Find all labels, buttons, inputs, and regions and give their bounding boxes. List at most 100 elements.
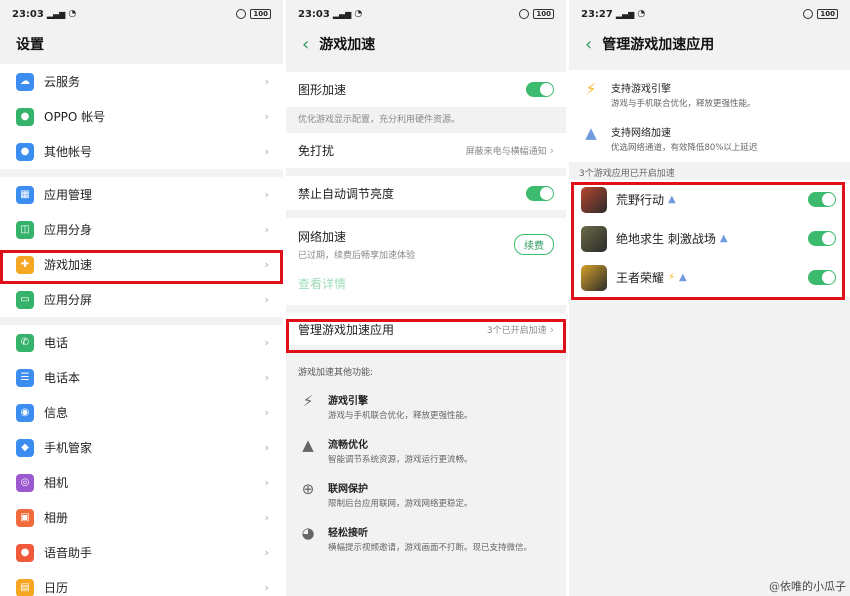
battery-icon: 100 [817,9,838,19]
settings-item[interactable]: ▣ 相册 › [0,500,283,535]
chevron-right-icon: › [264,75,269,88]
settings-item[interactable]: ▭ 应用分屏 › [0,282,283,317]
game-list: 荒野行动 ▲ 绝地求生 刺激战场 ▲ 王者荣耀 ⚡ ▲ [569,178,850,297]
status-bar: 23:03 ▂▄▆ ◔ 100 [0,0,283,28]
globe-icon: ⊕ [301,480,315,498]
network-accel-label: 网络加速 [298,230,347,244]
graphics-accel-toggle[interactable] [526,82,554,97]
grid-icon: ▦ [16,185,34,204]
chevron-right-icon: › [264,223,269,236]
status-bar: 23:27 ▂▄▆ ◔ 100 [569,0,850,28]
lightning-icon: ⚡ [302,392,314,410]
rocket-icon: ▲ [668,194,676,205]
settings-item-label: 信息 [44,406,69,420]
network-accel-desc: 已过期，续费后畅享加速体验 [298,251,416,261]
brightness-label: 禁止自动调节亮度 [298,186,395,201]
settings-item[interactable]: ◆ 手机管家 › [0,430,283,465]
back-chevron-icon[interactable]: ‹ [302,34,309,55]
settings-item[interactable]: ▤ 日历 › [0,570,283,596]
rocket-icon: ▲ [719,233,728,244]
settings-item-label: 应用管理 [44,188,93,202]
manage-accel-apps-row[interactable]: 管理游戏加速应用 3个已开启加速 › [286,313,566,345]
settings-item-label: 相册 [44,511,69,525]
settings-item[interactable]: ▦ 应用管理 › [0,177,283,212]
game-row[interactable]: 王者荣耀 ⚡ ▲ [569,258,850,297]
status-time: 23:03 [12,8,44,20]
game-accel-toggle[interactable] [808,231,836,246]
settings-item-label: 手机管家 [44,441,93,455]
settings-item-label: 语音助手 [44,546,93,560]
feature-title: 轻松接听 [328,528,368,539]
settings-item[interactable]: ◫ 应用分身 › [0,212,283,247]
feature-title: 联网保护 [328,484,368,495]
chevron-right-icon: › [264,546,269,559]
rocket-icon: ▲ [679,272,687,283]
back-chevron-icon[interactable]: ‹ [585,34,592,55]
signal-icon: ▂▄▆ [615,9,635,19]
page-title: ‹ 管理游戏加速应用 [569,28,850,60]
status-time: 23:03 [298,8,330,20]
brightness-toggle[interactable] [526,185,554,201]
settings-group: ☁ 云服务 › ● OPPO 帐号 › ● 其他帐号 › [0,64,283,169]
manage-accel-apps-panel: 23:27 ▂▄▆ ◔ 100 ‹ 管理游戏加速应用 ⚡ 支持游戏引擎 游戏与手… [569,0,850,596]
network-accel-card: 网络加速 已过期，续费后畅享加速体验 续费 查看详情 [286,218,566,305]
settings-item[interactable]: ☁ 云服务 › [0,64,283,99]
settings-item[interactable]: ☰ 电话本 › [0,360,283,395]
feature-title: 流畅优化 [328,440,368,451]
feature-item: ◕ 轻松接听 横幅提示视频邀请，游戏画面不打断。现已支持微信。 [286,524,566,554]
battery-icon: 100 [250,9,271,19]
settings-item[interactable]: ● 语音助手 › [0,535,283,570]
game-app-icon [581,225,607,252]
settings-item[interactable]: ● OPPO 帐号 › [0,99,283,134]
page-title-text: 游戏加速 [319,37,376,53]
game-app-icon [581,264,607,291]
wifi-icon: ◔ [637,9,646,19]
settings-item[interactable]: ✆ 电话 › [0,325,283,360]
person-icon: ● [16,107,34,126]
chevron-right-icon: › [264,371,269,384]
cloud-icon: ☁ [16,72,34,91]
rocket-icon: ▲ [302,436,314,454]
game-row[interactable]: 绝地求生 刺激战场 ▲ [569,219,850,258]
game-accel-toggle[interactable] [808,192,836,207]
game-accel-panel: 23:03 ▂▄▆ ◔ 100 ‹ 游戏加速 图形加速 优化游戏显示配置，充分利… [286,0,566,596]
lightning-icon: ⚡ [585,80,597,98]
chevron-right-icon: › [264,406,269,419]
brightness-row[interactable]: 禁止自动调节亮度 [286,176,566,210]
feature-item: ▲ 流畅优化 智能调节系统资源，游戏运行更流畅。 [286,436,566,466]
settings-group: ▦ 应用管理 › ◫ 应用分身 › ✚ 游戏加速 › ▭ 应用分屏 › [0,177,283,317]
renew-button[interactable]: 续费 [514,234,554,255]
clone-icon: ◫ [16,220,34,239]
chevron-right-icon: › [264,336,269,349]
camera-icon: ◎ [16,473,34,492]
rocket-icon: ▲ [585,124,597,142]
support-info-card: ⚡ 支持游戏引擎 游戏与手机联合优化，释放更强性能。 ▲ 支持网络加速 优选网络… [569,70,850,162]
microphone-icon: ● [16,543,34,562]
chevron-right-icon: › [264,293,269,306]
graphics-accel-label: 图形加速 [298,83,347,97]
game-accel-toggle[interactable] [808,270,836,285]
lightning-icon: ⚡ [668,272,676,283]
game-row[interactable]: 荒野行动 ▲ [569,180,850,219]
other-features-title: 游戏加速其他功能: [298,368,374,378]
chevron-right-icon: › [549,144,554,157]
settings-item[interactable]: ◉ 信息 › [0,395,283,430]
feature-item: ⊕ 联网保护限制后台应用联网，游戏网络更稳定。 [286,480,566,510]
graphics-accel-row[interactable]: 图形加速 [286,72,566,107]
settings-item[interactable]: ● 其他帐号 › [0,134,283,169]
settings-list: ☁ 云服务 › ● OPPO 帐号 › ● 其他帐号 › ▦ 应用管理 › ◫ 应用分身 › ✚ 游戏加速 › ▭ 应… [0,64,283,596]
no-disturb-label: 免打扰 [298,144,335,158]
calendar-icon: ▤ [16,578,34,596]
chevron-right-icon: › [264,476,269,489]
wifi-icon: ◔ [68,9,77,19]
view-details-link[interactable]: 查看详情 [298,275,554,299]
feature-desc: 限制后台应用联网，游戏网络更稳定。 [328,499,473,509]
chevron-right-icon: › [264,145,269,158]
chevron-right-icon: › [264,581,269,594]
shield-icon: ◆ [16,438,34,457]
split-screen-icon: ▭ [16,290,34,309]
settings-item[interactable]: ◎ 相机 › [0,465,283,500]
no-disturb-row[interactable]: 免打扰 屏蔽来电与横幅通知 › [286,133,566,168]
accel-count-label: 3个游戏应用已开启加速 [579,169,675,179]
settings-item[interactable]: ✚ 游戏加速 › [0,247,283,282]
